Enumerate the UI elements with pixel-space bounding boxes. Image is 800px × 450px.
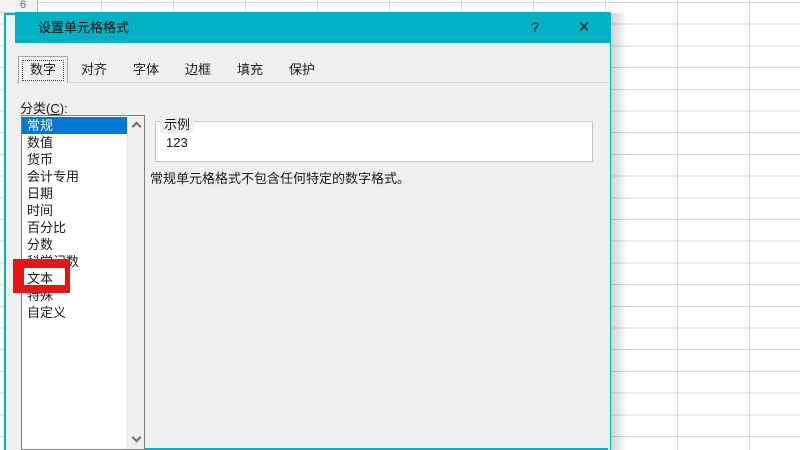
scrollbar-up-button[interactable] bbox=[128, 118, 145, 133]
scrollbar-down-icon bbox=[132, 433, 142, 443]
list-scrollbar[interactable] bbox=[127, 116, 144, 449]
tabstrip-divider bbox=[15, 82, 610, 83]
list-item-time[interactable]: 时间 bbox=[22, 202, 127, 219]
list-item-number[interactable]: 数值 bbox=[22, 134, 127, 151]
tab-focus-rect bbox=[22, 60, 64, 81]
example-legend: 示例 bbox=[160, 114, 194, 133]
format-description: 常规单元格格式不包含任何特定的数字格式。 bbox=[150, 168, 410, 187]
tab-alignment[interactable]: 对齐 bbox=[68, 57, 120, 83]
selection-border-left bbox=[4, 13, 6, 450]
tab-border[interactable]: 边框 bbox=[172, 57, 224, 83]
close-button[interactable]: × bbox=[563, 12, 605, 43]
list-item-custom[interactable]: 自定义 bbox=[22, 304, 127, 321]
list-item-accounting[interactable]: 会计专用 bbox=[22, 168, 127, 185]
list-item-currency[interactable]: 货币 bbox=[22, 151, 127, 168]
dialog-titlebar[interactable]: 设置单元格格式 ? × bbox=[15, 12, 610, 43]
scrollbar-down-button[interactable] bbox=[128, 432, 145, 447]
list-item-date[interactable]: 日期 bbox=[22, 185, 127, 202]
header-column-sliver bbox=[6, 13, 15, 450]
example-groupbox: 123 bbox=[155, 121, 593, 162]
dialog-title: 设置单元格格式 bbox=[38, 12, 129, 43]
format-cells-dialog: 设置单元格格式 ? × 数字 对齐 字体 边框 填充 保护 分类(C): 常规 … bbox=[15, 12, 610, 450]
tab-font[interactable]: 字体 bbox=[120, 57, 172, 83]
scrollbar-up-icon bbox=[132, 122, 142, 132]
tab-number[interactable]: 数字 bbox=[18, 56, 68, 83]
tab-protection[interactable]: 保护 bbox=[276, 57, 328, 83]
excel-window: 6 设置单元格格式 ? × 数字 对齐 字体 边框 填充 保护 分类(C): 常… bbox=[0, 0, 800, 450]
annotation-red-box bbox=[13, 259, 70, 293]
list-item-general[interactable]: 常规 bbox=[22, 117, 127, 134]
help-button[interactable]: ? bbox=[514, 12, 556, 43]
dialog-drop-shadow bbox=[611, 13, 627, 450]
list-item-percentage[interactable]: 百分比 bbox=[22, 219, 127, 236]
list-item-fraction[interactable]: 分数 bbox=[22, 236, 127, 253]
tab-fill[interactable]: 填充 bbox=[224, 57, 276, 83]
example-sample-value: 123 bbox=[166, 135, 188, 150]
